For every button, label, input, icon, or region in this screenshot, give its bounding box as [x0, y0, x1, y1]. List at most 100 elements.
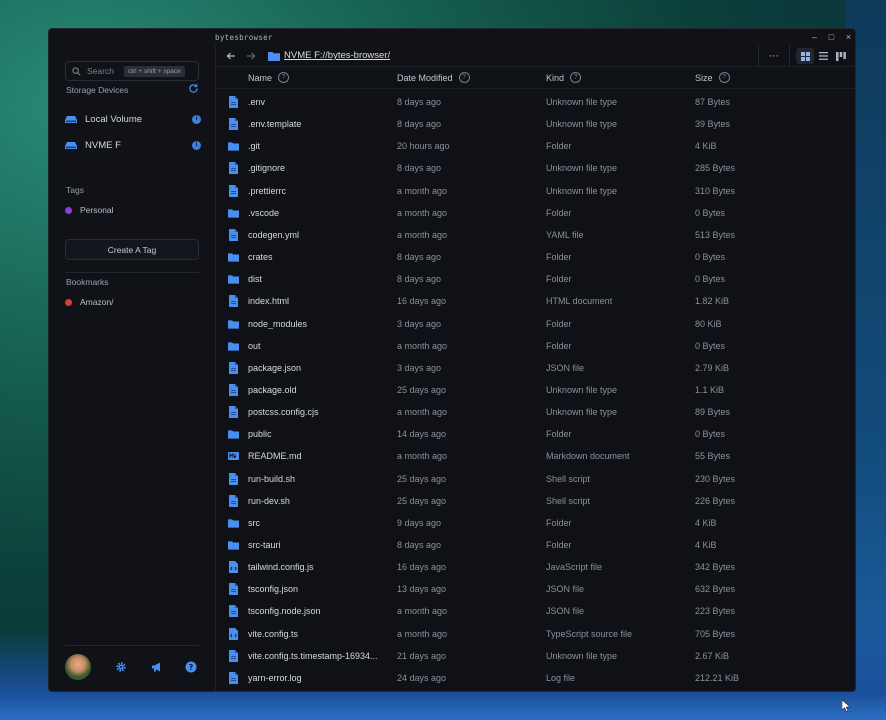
gear-icon[interactable]: [115, 661, 127, 673]
refresh-icon[interactable]: [188, 83, 199, 94]
table-row[interactable]: .env.template 8 days ago Unknown file type…: [216, 113, 855, 135]
file-name: .gitignore: [248, 163, 286, 174]
file-date-modified: 8 days ago: [397, 97, 442, 107]
column-name-header[interactable]: Name ?: [248, 72, 290, 83]
file-kind: Folder: [546, 274, 572, 285]
file-size: 89 Bytes: [695, 407, 731, 418]
device-local-volume[interactable]: Local Volume i: [65, 109, 201, 129]
file-kind: Unknown file type: [546, 407, 618, 418]
help-icon[interactable]: ?: [718, 72, 730, 83]
file-date-modified: 8 days ago: [397, 163, 442, 174]
current-path[interactable]: NVME F://bytes-browser/: [284, 50, 390, 61]
table-row[interactable]: postcss.config.cjs a month ago Unknown fil…: [216, 401, 855, 423]
megaphone-icon[interactable]: [151, 661, 163, 673]
file-size: 0 Bytes: [695, 429, 726, 440]
file-kind: JSON file: [546, 606, 585, 617]
file-size: 0 Bytes: [695, 340, 726, 351]
title-bar[interactable]: bytesbrowser – □ ×: [49, 29, 855, 45]
list-view-button[interactable]: [814, 48, 832, 64]
file-icon: [228, 295, 239, 308]
table-row[interactable]: src-tauri 8 days ago Folder 4 KiB: [216, 534, 855, 556]
file-kind: Folder: [546, 141, 572, 152]
table-row[interactable]: yarn-error.log 24 days ago Log file 212.21 …: [216, 667, 855, 689]
column-kind-header[interactable]: Kind ?: [546, 72, 582, 83]
column-view-button[interactable]: [832, 48, 850, 64]
info-icon[interactable]: i: [192, 140, 201, 150]
file-date-modified: 20 hours ago: [397, 141, 450, 152]
table-row[interactable]: run-build.sh 25 days ago Shell script 230 B…: [216, 468, 855, 490]
table-row[interactable]: tsconfig.node.json a month ago JSON file 22…: [216, 600, 855, 622]
file-date-modified: 8 days ago: [397, 274, 442, 285]
sidebar-divider: [65, 272, 199, 273]
file-size: 4 KiB: [695, 517, 717, 528]
tag-item-personal[interactable]: Personal: [65, 205, 114, 215]
table-row[interactable]: codegen.yml a month ago YAML file 513 Bytes: [216, 224, 855, 246]
file-size: 1.1 KiB: [695, 384, 725, 395]
file-size: 226 Bytes: [695, 495, 736, 506]
file-date-modified: 14 days ago: [397, 429, 447, 440]
search-icon: [72, 66, 81, 75]
toolbar-right: ⋯: [752, 45, 855, 67]
minimize-button[interactable]: –: [806, 29, 823, 45]
table-row[interactable]: vite.config.ts.timestamp-16934... 21 days…: [216, 645, 855, 667]
file-date-modified: 21 days ago: [397, 650, 447, 661]
file-size: 212.21 KiB: [695, 672, 740, 683]
table-row[interactable]: .env 8 days ago Unknown file type 87 Bytes: [216, 91, 855, 113]
avatar[interactable]: [65, 654, 91, 680]
table-row[interactable]: .git 20 hours ago Folder 4 KiB: [216, 135, 855, 157]
help-icon[interactable]: ?: [278, 72, 290, 83]
file-name: vite.config.ts.timestamp-16934...: [248, 650, 378, 661]
file-size: 39 Bytes: [695, 119, 731, 130]
table-row[interactable]: package.json 3 days ago JSON file 2.79 KiB: [216, 357, 855, 379]
table-row[interactable]: .prettierrc a month ago Unknown file type 3…: [216, 180, 855, 202]
file-kind: Shell script: [546, 495, 591, 506]
file-date-modified: a month ago: [397, 451, 448, 462]
bookmark-color-dot: [65, 298, 72, 306]
device-label: NVME F: [85, 139, 121, 151]
file-kind: TypeScript source file: [546, 628, 633, 639]
file-date-modified: 16 days ago: [397, 296, 447, 307]
storage-devices-title: Storage Devices: [66, 85, 129, 95]
bookmark-item-amazon[interactable]: Amazon/: [65, 297, 114, 307]
help-icon[interactable]: ?: [570, 72, 582, 83]
file-icon: [228, 96, 239, 108]
table-header: Name ? Date Modified ? Kind ? Size ?: [216, 67, 855, 89]
table-row[interactable]: tsconfig.json 13 days ago JSON file 632 Byt…: [216, 578, 855, 600]
help-icon[interactable]: ?: [458, 72, 470, 83]
table-row[interactable]: .gitignore 8 days ago Unknown file type 285…: [216, 157, 855, 179]
table-row[interactable]: src 9 days ago Folder 4 KiB: [216, 512, 855, 534]
column-size-label: Size: [695, 72, 713, 83]
info-icon[interactable]: i: [192, 114, 201, 124]
file-icon: [228, 184, 239, 197]
close-button[interactable]: ×: [840, 29, 855, 45]
table-row[interactable]: vite.config.ts a month ago TypeScript sour…: [216, 623, 855, 645]
search-box[interactable]: Search ctrl + shift + space: [65, 61, 199, 81]
table-row[interactable]: .vscode a month ago Folder 0 Bytes: [216, 202, 855, 224]
column-size-header[interactable]: Size ?: [695, 72, 730, 83]
file-browser-main: NVME F://bytes-browser/ ⋯ Name ? Date Mo…: [215, 45, 855, 691]
create-tag-button[interactable]: Create A Tag: [65, 239, 199, 260]
column-date-label: Date Modified: [397, 72, 453, 83]
file-kind: JavaScript file: [546, 562, 603, 573]
forward-arrow-icon[interactable]: [246, 51, 256, 61]
column-date-header[interactable]: Date Modified ?: [397, 72, 470, 83]
table-row[interactable]: index.html 16 days ago HTML document 1.82 K…: [216, 290, 855, 312]
table-row[interactable]: package.old 25 days ago Unknown file type 1…: [216, 379, 855, 401]
table-row[interactable]: public 14 days ago Folder 0 Bytes: [216, 423, 855, 445]
more-options-button[interactable]: ⋯: [765, 48, 783, 64]
table-row[interactable]: node_modules 3 days ago Folder 80 KiB: [216, 313, 855, 335]
device-label: Local Volume: [85, 113, 143, 125]
help-icon[interactable]: ?: [185, 661, 197, 673]
file-date-modified: a month ago: [397, 340, 448, 351]
table-row[interactable]: README.md a month ago Markdown document 55 …: [216, 445, 855, 467]
table-row[interactable]: run-dev.sh 25 days ago Shell script 226 Byt…: [216, 490, 855, 512]
device-nvme-f[interactable]: NVME F i: [65, 135, 201, 155]
table-row[interactable]: tailwind.config.js 16 days ago JavaScript …: [216, 556, 855, 578]
maximize-button[interactable]: □: [823, 29, 840, 45]
back-arrow-icon[interactable]: [226, 51, 236, 61]
grid-view-button[interactable]: [796, 48, 814, 64]
table-row[interactable]: dist 8 days ago Folder 0 Bytes: [216, 268, 855, 290]
table-row[interactable]: out a month ago Folder 0 Bytes: [216, 335, 855, 357]
table-row[interactable]: crates 8 days ago Folder 0 Bytes: [216, 246, 855, 268]
markdown-file-icon: [228, 450, 239, 462]
